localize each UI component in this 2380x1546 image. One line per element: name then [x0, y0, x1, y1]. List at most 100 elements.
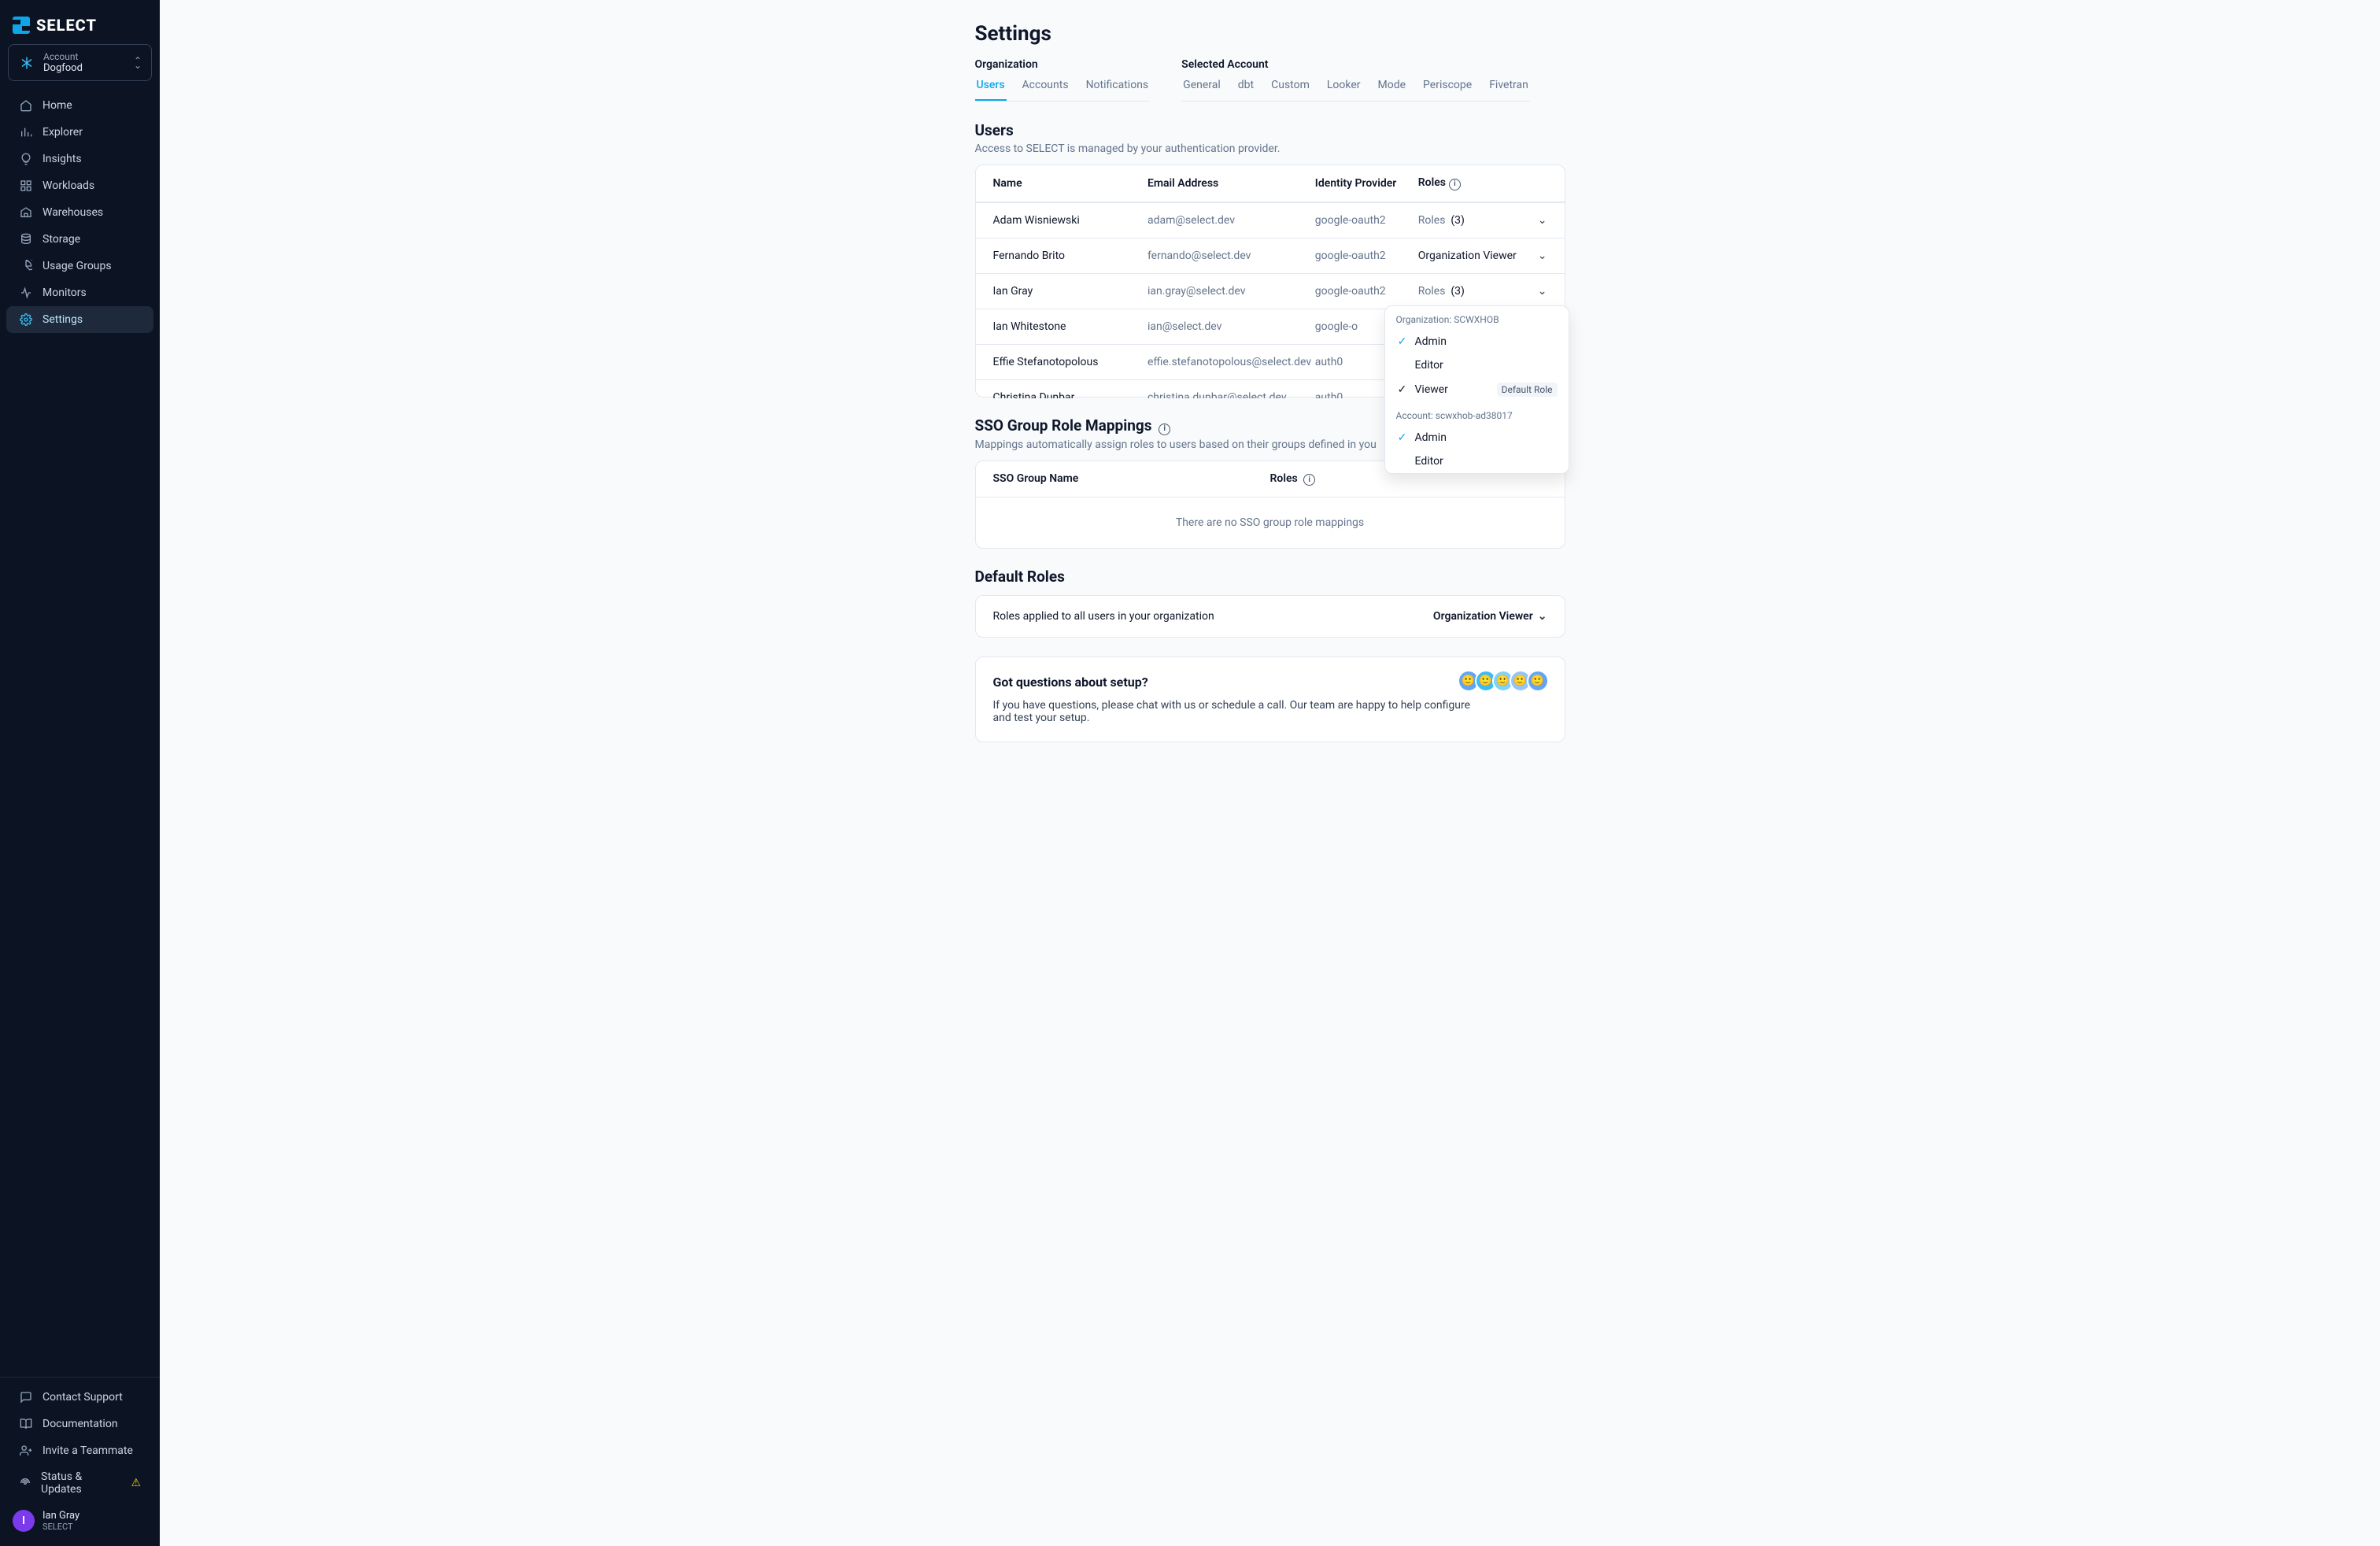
lightbulb-icon — [19, 152, 33, 166]
team-avatars: 🙂 🙂 🙂 🙂 🙂 — [1462, 670, 1549, 692]
chart-icon — [19, 125, 33, 139]
sidebar-item-usage-groups[interactable]: Usage Groups — [6, 253, 153, 279]
warehouse-icon — [19, 205, 33, 220]
broadcast-icon — [19, 1476, 31, 1490]
tab-general[interactable]: General — [1181, 79, 1222, 101]
sidebar-item-label: Settings — [42, 313, 83, 326]
col-roles: Rolesi — [1418, 176, 1547, 190]
user-name-cell: Fernando Brito — [993, 250, 1148, 262]
database-icon — [19, 232, 33, 246]
user-idp-cell: google-oauth2 — [1315, 214, 1418, 227]
check-icon: ✓ — [1396, 383, 1409, 396]
avatar-icon: 🙂 — [1527, 670, 1549, 692]
sidebar-item-storage[interactable]: Storage — [6, 226, 153, 253]
role-selector[interactable]: Roles (3)⌄ — [1418, 285, 1547, 298]
user-email-cell: fernando@select.dev — [1148, 250, 1315, 262]
col-name: Name — [993, 177, 1148, 190]
col-sso-group: SSO Group Name — [993, 472, 1270, 486]
chevron-down-icon: ⌄ — [1538, 250, 1547, 262]
chat-icon — [19, 1390, 33, 1404]
sidebar-item-label: Home — [42, 99, 72, 112]
user-name-cell: Adam Wisniewski — [993, 214, 1148, 227]
snowflake-icon — [18, 54, 35, 72]
info-icon[interactable]: i — [1449, 179, 1461, 190]
sidebar-item-workloads[interactable]: Workloads — [6, 172, 153, 199]
account-name: Dogfood — [43, 62, 126, 74]
grid-icon — [19, 179, 33, 193]
default-roles-heading: Default Roles — [975, 568, 1565, 586]
user-name-cell: Ian Whitestone — [993, 320, 1148, 333]
sidebar-item-settings[interactable]: Settings — [6, 306, 153, 333]
users-subheading: Access to SELECT is managed by your auth… — [975, 142, 1565, 155]
sidebar-item-home[interactable]: Home — [6, 92, 153, 119]
tab-group-organization-label: Organization — [975, 58, 1151, 71]
role-selector[interactable]: Roles (3)⌄ — [1418, 214, 1547, 227]
tab-periscope[interactable]: Periscope — [1421, 79, 1473, 101]
info-icon[interactable]: i — [1303, 474, 1315, 486]
user-email-cell: ian@select.dev — [1148, 320, 1315, 333]
col-idp: Identity Provider — [1315, 177, 1418, 190]
tab-notifications[interactable]: Notifications — [1085, 79, 1151, 101]
logo-mark-icon — [13, 17, 30, 34]
col-sso-roles: Roles i — [1270, 472, 1547, 486]
user-email-cell: adam@select.dev — [1148, 214, 1315, 227]
popover-item-acct-admin[interactable]: ✓Admin — [1385, 426, 1569, 449]
user-name-cell: Ian Gray — [993, 285, 1148, 298]
sso-empty-state: There are no SSO group role mappings — [976, 497, 1565, 548]
table-row: Fernando Brito fernando@select.dev googl… — [976, 238, 1565, 273]
warning-icon: ⚠ — [131, 1477, 141, 1489]
sidebar-item-insights[interactable]: Insights — [6, 146, 153, 172]
user-name-cell: Effie Stefanotopolous — [993, 356, 1148, 368]
tab-accounts[interactable]: Accounts — [1021, 79, 1070, 101]
pie-icon — [19, 259, 33, 273]
sidebar-item-label: Explorer — [42, 126, 83, 139]
questions-body: If you have questions, please chat with … — [993, 699, 1481, 724]
sidebar-item-warehouses[interactable]: Warehouses — [6, 199, 153, 226]
popover-item-acct-editor[interactable]: Editor — [1385, 449, 1569, 473]
user-plus-icon — [19, 1444, 33, 1458]
check-icon: ✓ — [1396, 431, 1409, 444]
users-heading: Users — [975, 121, 1565, 139]
popover-account-label: Account: scwxhob-ad38017 — [1385, 402, 1569, 426]
tab-mode[interactable]: Mode — [1377, 79, 1408, 101]
sidebar-item-monitors[interactable]: Monitors — [6, 279, 153, 306]
brand-logo: SELECT — [0, 0, 160, 44]
default-roles-selector[interactable]: Organization Viewer⌄ — [1433, 610, 1547, 623]
brand-name: SELECT — [36, 16, 97, 35]
sidebar-item-status[interactable]: Status & Updates ⚠ — [6, 1464, 153, 1502]
chevron-down-icon: ⌄ — [1538, 214, 1547, 227]
popover-item-org-viewer[interactable]: ✓ViewerDefault Role — [1385, 377, 1569, 402]
table-row: Adam Wisniewski adam@select.dev google-o… — [976, 202, 1565, 238]
info-icon[interactable]: i — [1159, 423, 1170, 435]
gear-icon — [19, 313, 33, 327]
sidebar-item-label: Contact Support — [42, 1391, 123, 1404]
page-title: Settings — [975, 22, 1565, 46]
chevron-down-icon: ⌄ — [1538, 610, 1547, 623]
tab-fivetran[interactable]: Fivetran — [1488, 79, 1530, 101]
sidebar-item-contact-support[interactable]: Contact Support — [6, 1384, 153, 1411]
popover-item-org-editor[interactable]: Editor — [1385, 353, 1569, 377]
sidebar-item-label: Status & Updates — [41, 1470, 109, 1496]
popover-org-label: Organization: SCWXHOB — [1385, 306, 1569, 330]
account-switcher[interactable]: Account Dogfood ⌃⌄ — [8, 44, 152, 81]
user-idp-cell: google-oauth2 — [1315, 285, 1418, 298]
tab-custom[interactable]: Custom — [1269, 79, 1311, 101]
sidebar-item-label: Usage Groups — [42, 260, 112, 272]
popover-item-org-admin[interactable]: ✓Admin — [1385, 330, 1569, 353]
sidebar-item-explorer[interactable]: Explorer — [6, 119, 153, 146]
sidebar-item-invite[interactable]: Invite a Teammate — [6, 1437, 153, 1464]
roles-popover: Organization: SCWXHOB ✓Admin Editor ✓Vie… — [1384, 305, 1569, 474]
user-name: Ian Gray — [42, 1510, 79, 1522]
tab-users[interactable]: Users — [975, 79, 1007, 101]
default-role-badge: Default Role — [1497, 383, 1558, 397]
role-selector[interactable]: Organization Viewer⌄ — [1418, 250, 1547, 262]
sidebar-item-documentation[interactable]: Documentation — [6, 1411, 153, 1437]
tab-looker[interactable]: Looker — [1325, 79, 1362, 101]
check-icon: ✓ — [1396, 335, 1409, 348]
sidebar-item-label: Workloads — [42, 179, 94, 192]
current-user[interactable]: I Ian Gray SELECT — [0, 1502, 160, 1540]
book-icon — [19, 1417, 33, 1431]
default-roles-description: Roles applied to all users in your organ… — [993, 610, 1214, 623]
user-email-cell: ian.gray@select.dev — [1148, 285, 1315, 298]
tab-dbt[interactable]: dbt — [1236, 79, 1255, 101]
